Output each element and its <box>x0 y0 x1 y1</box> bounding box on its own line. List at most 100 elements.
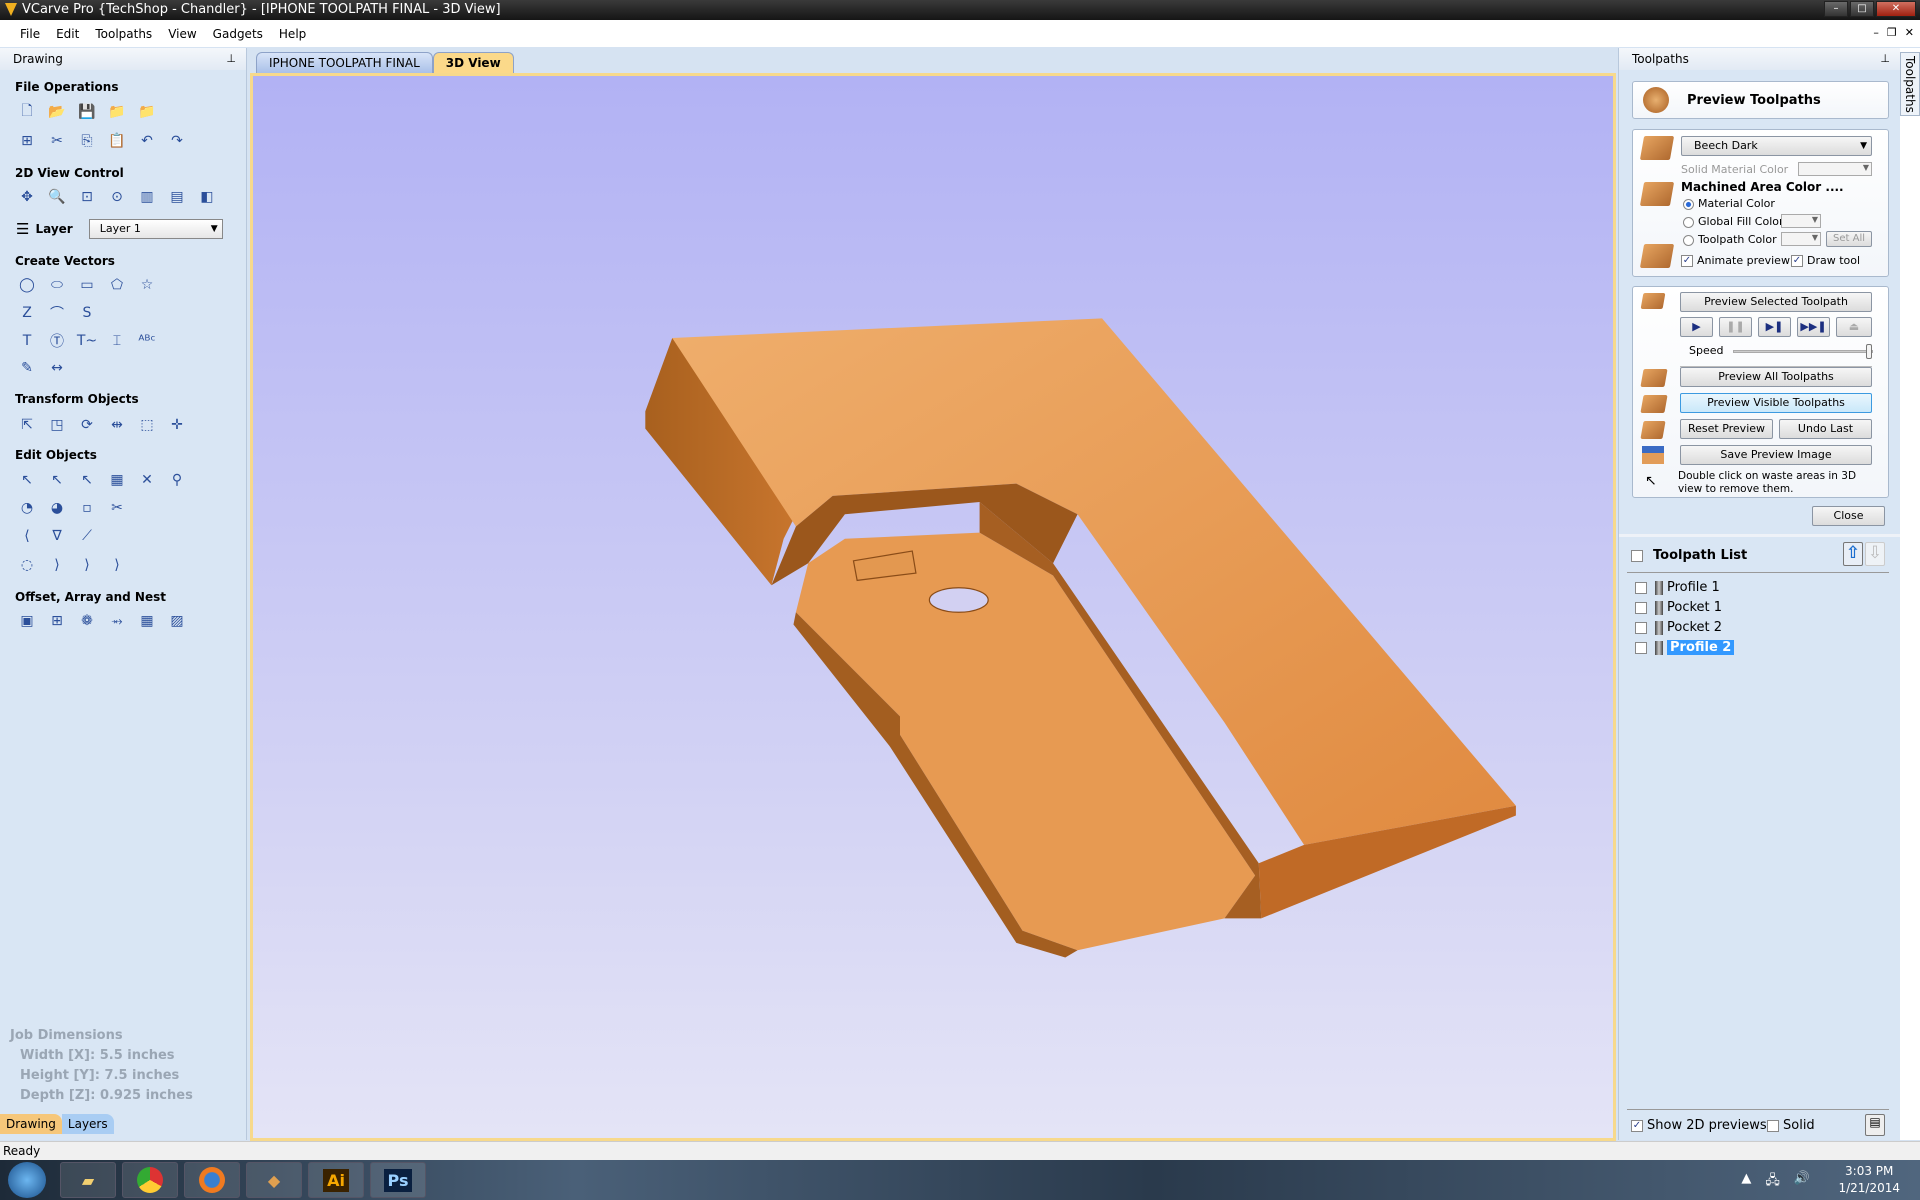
zoom-extents-icon[interactable]: ⊡ <box>76 186 98 208</box>
offset-icon[interactable]: ▣ <box>16 610 38 632</box>
tab-3d-view[interactable]: 3D View <box>432 52 514 73</box>
3d-view-canvas[interactable] <box>250 73 1616 1141</box>
preview-visible-toolpaths-button[interactable]: Preview Visible Toolpaths <box>1680 393 1872 413</box>
toolpath-item[interactable]: Profile 1 <box>1635 580 1720 595</box>
node-edit-icon[interactable]: ↖ <box>46 469 68 491</box>
abc-text-icon[interactable]: ᴬᴮᶜ <box>136 330 158 352</box>
text-icon[interactable]: T <box>16 330 38 352</box>
stop-to-top-button[interactable]: ⏏ <box>1836 317 1872 337</box>
star-icon[interactable]: ☆ <box>136 274 158 296</box>
move-down-button[interactable]: ⇩ <box>1865 542 1885 566</box>
menu-help[interactable]: Help <box>271 27 314 41</box>
intersect-icon[interactable]: ▫ <box>76 497 98 519</box>
checkbox[interactable]: ✓ <box>1681 255 1693 267</box>
fillet-icon[interactable]: ⟨ <box>16 525 38 547</box>
close-button[interactable]: Close <box>1812 506 1885 526</box>
speed-slider-thumb[interactable] <box>1866 344 1872 359</box>
mdi-close-button[interactable]: ✕ <box>1905 26 1914 39</box>
step-button[interactable]: ▶❚ <box>1758 317 1791 337</box>
close-vector-icon[interactable]: ◌ <box>16 554 38 576</box>
ellipse-icon[interactable]: ⬭ <box>46 274 68 296</box>
curve-fit-icon[interactable]: ⟩ <box>76 554 98 576</box>
checkbox[interactable] <box>1767 1119 1779 1132</box>
mdi-minimize-button[interactable]: – <box>1873 26 1879 39</box>
taskbar-vcarve[interactable]: ◆ <box>246 1162 302 1198</box>
move-icon[interactable]: ⇱ <box>16 414 38 436</box>
radio-toolpath-color[interactable]: Toolpath Color <box>1683 233 1777 246</box>
draw-tool-icon[interactable]: ✎ <box>16 357 38 379</box>
select-icon[interactable]: ↖ <box>16 469 38 491</box>
nest-icon[interactable]: ▦ <box>136 610 158 632</box>
mdi-restore-button[interactable]: ❐ <box>1887 26 1897 39</box>
menu-file[interactable]: File <box>12 27 48 41</box>
array-copy-icon[interactable]: ⊞ <box>46 610 68 632</box>
menu-gadgets[interactable]: Gadgets <box>205 27 271 41</box>
solid-checkbox[interactable]: Solid <box>1767 1118 1815 1133</box>
radio-global-fill-color[interactable]: Global Fill Color <box>1683 215 1784 228</box>
taskbar-explorer[interactable]: ▰ <box>60 1162 116 1198</box>
start-button[interactable] <box>8 1162 46 1198</box>
clock[interactable]: 3:03 PM 1/21/2014 <box>1838 1163 1900 1197</box>
tab-layers[interactable]: Layers <box>61 1114 114 1134</box>
toolpath-visibility-checkbox[interactable] <box>1635 601 1647 614</box>
tab-iphone-toolpath-final[interactable]: IPHONE TOOLPATH FINAL <box>256 52 433 73</box>
radio-material-color[interactable]: Material Color <box>1683 197 1775 210</box>
polygon-icon[interactable]: ⬠ <box>106 274 128 296</box>
draw-tool-checkbox[interactable]: ✓ Draw tool <box>1791 254 1860 267</box>
toolpath-name[interactable]: Profile 2 <box>1667 640 1735 655</box>
side-tab-toolpaths[interactable]: Toolpaths <box>1900 52 1920 116</box>
view-split-icon[interactable]: ▤ <box>166 186 188 208</box>
pause-button[interactable]: ❚❚ <box>1719 317 1752 337</box>
checkbox[interactable]: ✓ <box>1791 255 1803 267</box>
trim-icon[interactable]: ✂ <box>106 497 128 519</box>
auto-nest-icon[interactable]: ▨ <box>166 610 188 632</box>
cut-icon[interactable]: ✂ <box>46 130 68 152</box>
toolpath-item[interactable]: Pocket 1 <box>1635 600 1722 615</box>
polyline-icon[interactable]: Z <box>16 302 38 324</box>
layer-dropdown[interactable]: Layer 1 ▼ <box>88 219 223 239</box>
taskbar-photoshop[interactable]: Ps <box>370 1162 426 1198</box>
zoom-selection-icon[interactable]: ⊙ <box>106 186 128 208</box>
taskbar-chrome[interactable] <box>122 1162 178 1198</box>
menu-toolpaths[interactable]: Toolpaths <box>87 27 160 41</box>
open-folder-icon[interactable]: 📁 <box>106 101 128 123</box>
toolpath-item[interactable]: Pocket 2 <box>1635 620 1722 635</box>
extend-icon[interactable]: ⟋ <box>76 525 98 547</box>
align-icon[interactable]: ✛ <box>166 414 188 436</box>
circle-icon[interactable]: ◯ <box>16 274 38 296</box>
material-dropdown[interactable]: Beech Dark ▼ <box>1681 136 1872 156</box>
save-icon[interactable]: 💾 <box>76 101 98 123</box>
toolpath-name[interactable]: Pocket 1 <box>1667 600 1722 615</box>
pan-icon[interactable]: ✥ <box>16 186 38 208</box>
preview-all-toolpaths-button[interactable]: Preview All Toolpaths <box>1680 367 1872 387</box>
pin-icon[interactable]: ⊥ <box>226 48 236 70</box>
import-icon[interactable]: 📁 <box>136 101 158 123</box>
view-3d-icon[interactable]: ◧ <box>196 186 218 208</box>
toolpath-color-picker[interactable]: ▼ <box>1781 232 1821 246</box>
subtract-icon[interactable]: ◕ <box>46 497 68 519</box>
volume-icon[interactable]: 🔊 <box>1794 1171 1810 1193</box>
paste-icon[interactable]: 📋 <box>106 130 128 152</box>
measure-icon[interactable]: ⚲ <box>166 469 188 491</box>
undo-last-button[interactable]: Undo Last <box>1779 419 1872 439</box>
speed-slider[interactable] <box>1733 344 1873 359</box>
show-hidden-icons-icon[interactable]: ▲ <box>1741 1171 1751 1193</box>
reset-preview-button[interactable]: Reset Preview <box>1680 419 1773 439</box>
menu-edit[interactable]: Edit <box>48 27 87 41</box>
taskbar-firefox[interactable] <box>184 1162 240 1198</box>
zoom-icon[interactable]: 🔍 <box>46 186 68 208</box>
save-preview-image-button[interactable]: Save Preview Image <box>1680 445 1872 465</box>
toolpath-visibility-checkbox[interactable] <box>1635 581 1647 594</box>
chamfer-icon[interactable]: ∇ <box>46 525 68 547</box>
checkbox[interactable]: ✓ <box>1631 1119 1643 1132</box>
view-2d-icon[interactable]: ▥ <box>136 186 158 208</box>
undo-icon[interactable]: ↶ <box>136 130 158 152</box>
scale-icon[interactable]: ◳ <box>46 414 68 436</box>
toolpath-summary-button[interactable]: ▤ <box>1865 1114 1885 1136</box>
split-icon[interactable]: ⟩ <box>106 554 128 576</box>
distort-icon[interactable]: ⬚ <box>136 414 158 436</box>
close-window-button[interactable]: ✕ <box>1876 1 1916 17</box>
new-file-icon[interactable]: 🗋 <box>16 101 38 123</box>
show-2d-previews-checkbox[interactable]: ✓ Show 2D previews <box>1631 1118 1767 1133</box>
animate-preview-checkbox[interactable]: ✓ Animate preview <box>1681 254 1790 267</box>
